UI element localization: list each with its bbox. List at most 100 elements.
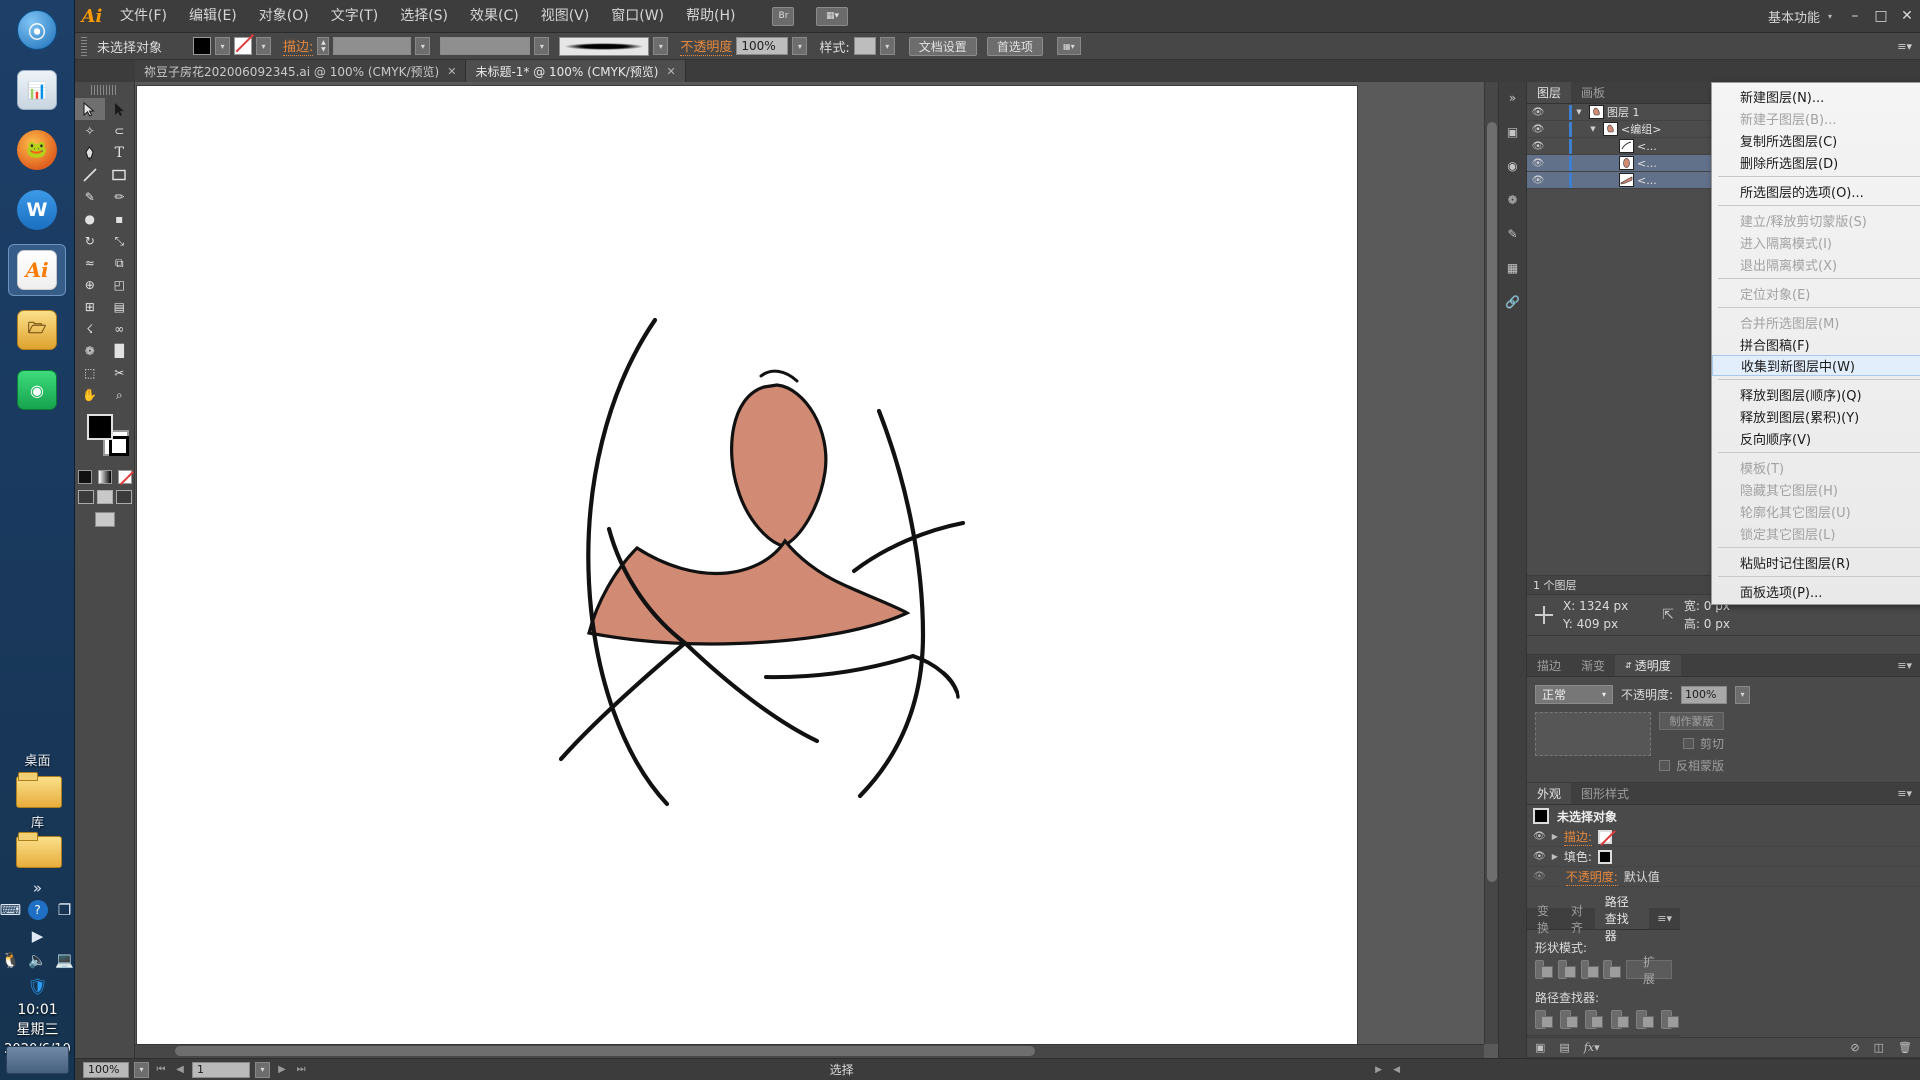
zoom-level-dropdown-icon[interactable]: ▾ [134, 1061, 149, 1078]
document-tab-2-close-icon[interactable]: ✕ [667, 65, 676, 78]
symbol-sprayer-tool[interactable]: ❁ [75, 340, 105, 362]
graphic-style-swatch[interactable] [853, 37, 876, 55]
keyboard-icon[interactable]: ⌨ [0, 900, 21, 920]
document-tab-2[interactable]: 未标题-1* @ 100% (CMYK/预览) ✕ [466, 60, 686, 82]
perspective-grid-tool[interactable]: ◰ [105, 274, 135, 296]
type-tool[interactable]: T [105, 142, 135, 164]
appearance-fill-row[interactable]: 👁 ▶ 填色: [1527, 847, 1920, 867]
menu-item-new-sublayer[interactable]: 新建子图层(B)... [1712, 107, 1920, 129]
blend-mode-select[interactable]: 正常 ▾ [1535, 685, 1613, 704]
opacity-label[interactable]: 不透明度 [680, 36, 733, 56]
color-guide-panel-icon[interactable]: ◉ [1503, 156, 1523, 176]
menu-effect[interactable]: 效果(C) [459, 0, 530, 33]
menu-item-enter-isolation[interactable]: 进入隔离模式(I) [1712, 231, 1920, 253]
opacity-field[interactable]: 100% [736, 37, 789, 55]
control-bar-overflow-icon[interactable]: ≡▾ [1897, 40, 1912, 53]
canvas-vertical-scrollbar[interactable] [1484, 82, 1498, 1044]
appearance-stroke-label[interactable]: 描边: [1563, 828, 1592, 846]
lasso-tool[interactable]: ⊂ [105, 120, 135, 142]
outline-button[interactable] [1635, 1010, 1654, 1029]
fill-expand-icon[interactable]: ▶ [1552, 852, 1558, 861]
document-tab-1[interactable]: 祢豆子房花202006092345.ai @ 100% (CMYK/预览) ✕ [135, 60, 467, 82]
security-shield-icon[interactable]: 🛡 [27, 976, 47, 996]
menu-item-paste-remembers-layers[interactable]: 粘贴时记住图层(R) [1712, 551, 1920, 573]
pencil-tool[interactable]: ✏ [105, 186, 135, 208]
tray-expand-row[interactable]: » [0, 878, 75, 898]
workspace-chevron-icon[interactable]: ▾ [1828, 12, 1832, 21]
stroke-profile-field[interactable] [440, 37, 531, 55]
delete-item-icon[interactable]: 🗑 [1898, 1041, 1912, 1054]
tools-palette-gripper[interactable] [91, 85, 118, 95]
menu-item-lock-others[interactable]: 锁定其它图层(L) [1712, 522, 1920, 544]
next-artboard-icon[interactable]: ▶ [275, 1064, 289, 1075]
appearance-stroke-row[interactable]: 👁 ▶ 描边: [1527, 827, 1920, 847]
pen-tool[interactable] [75, 142, 105, 164]
first-artboard-icon[interactable]: ⏮ [154, 1064, 168, 1075]
menu-item-new-layer[interactable]: 新建图层(N)... [1712, 85, 1920, 107]
draw-behind-button[interactable] [96, 490, 113, 504]
add-new-stroke-icon[interactable]: ▣ [1535, 1041, 1545, 1054]
menu-item-delete-layers[interactable]: 删除所选图层(D) [1712, 151, 1920, 173]
gradient-tool[interactable]: ▤ [105, 296, 135, 318]
start-orb-button[interactable]: ⦿ [8, 4, 66, 56]
zoom-tool[interactable]: ⌕ [105, 384, 135, 406]
chevron-double-down-icon[interactable]: » [28, 878, 48, 898]
stroke-profile-dropdown-icon[interactable]: ▾ [534, 37, 550, 55]
tab-graphic-styles[interactable]: 图形样式 [1571, 783, 1639, 804]
menu-item-duplicate-layers[interactable]: 复制所选图层(C) [1712, 129, 1920, 151]
maximize-button[interactable]: □ [1868, 3, 1894, 29]
swatches-panel-icon[interactable]: ▦ [1503, 258, 1523, 278]
brushes-panel-icon[interactable]: ✎ [1503, 224, 1523, 244]
volume-icon[interactable]: 🔈 [28, 950, 48, 970]
canvas-vertical-scroll-thumb[interactable] [1487, 122, 1497, 882]
document-setup-button[interactable]: 文档设置 [908, 36, 977, 56]
menu-item-layer-options[interactable]: 所选图层的选项(O)... [1712, 180, 1920, 202]
expand-button[interactable]: 扩展 [1626, 955, 1673, 986]
trim-button[interactable] [1560, 1010, 1579, 1029]
column-graph-tool[interactable]: █ [105, 340, 135, 362]
menu-item-locate-object[interactable]: 定位对象(E) [1712, 282, 1920, 304]
menu-type[interactable]: 文字(T) [320, 0, 389, 33]
appearance-fill-swatch[interactable] [1597, 849, 1612, 864]
fill-visibility-icon[interactable]: 👁 [1533, 851, 1546, 862]
menu-item-merge-selected[interactable]: 合并所选图层(M) [1712, 311, 1920, 333]
appearance-fill-label[interactable]: 填色: [1564, 848, 1592, 865]
tab-gradient[interactable]: 渐变 [1571, 655, 1615, 676]
preferences-button[interactable]: 首选项 [986, 36, 1043, 56]
tab-transform[interactable]: 变换 [1527, 904, 1561, 935]
network-icon[interactable]: 💻 [55, 950, 75, 970]
shape-builder-tool[interactable]: ⊕ [75, 274, 105, 296]
color-button[interactable] [77, 470, 92, 484]
links-panel-icon[interactable]: 🔗 [1503, 292, 1523, 312]
taskbar-window-button[interactable] [6, 1046, 69, 1074]
layer-visibility-icon[interactable]: 👁 [1527, 124, 1549, 135]
rectangle-tool[interactable] [105, 164, 135, 186]
stroke-visibility-icon[interactable]: 👁 [1533, 831, 1546, 842]
control-bar-gripper[interactable] [81, 36, 87, 56]
divide-button[interactable] [1535, 1010, 1554, 1029]
layer-disclosure-icon[interactable]: ▼ [1586, 125, 1600, 133]
gradient-button[interactable] [97, 470, 112, 484]
menu-view[interactable]: 视图(V) [530, 0, 601, 33]
tab-artboards[interactable]: 画板 [1571, 82, 1615, 103]
appearance-opacity-row[interactable]: 👁 不透明度: 默认值 [1527, 867, 1920, 887]
menu-help[interactable]: 帮助(H) [675, 0, 746, 33]
layer-visibility-icon[interactable]: 👁 [1527, 158, 1549, 169]
menu-item-release-to-layers-sequence[interactable]: 释放到图层(顺序)(Q) [1712, 383, 1920, 405]
wps-app-button[interactable]: W [8, 184, 66, 236]
unite-shape-button[interactable] [1535, 960, 1553, 979]
pathfinder-panel-menu-icon[interactable]: ≡▾ [1649, 908, 1680, 929]
appearance-stroke-swatch[interactable] [1597, 829, 1612, 844]
document-tab-1-close-icon[interactable]: ✕ [447, 65, 456, 78]
draw-normal-button[interactable] [77, 490, 94, 504]
tab-appearance[interactable]: 外观 [1527, 783, 1572, 804]
clip-checkbox-row[interactable]: 剪切 [1659, 735, 1724, 752]
exclude-shape-button[interactable] [1603, 960, 1621, 979]
opacity-dropdown-icon[interactable]: ▾ [792, 37, 808, 55]
artboard[interactable] [137, 86, 1357, 1046]
library-folder-icon[interactable] [16, 832, 62, 868]
fill-color-indicator[interactable] [87, 414, 113, 440]
appearance-target-swatch[interactable] [1533, 808, 1549, 824]
chevron-right-icon[interactable]: ▶ [28, 926, 48, 946]
brush-definition-dropdown-icon[interactable]: ▾ [653, 37, 669, 55]
